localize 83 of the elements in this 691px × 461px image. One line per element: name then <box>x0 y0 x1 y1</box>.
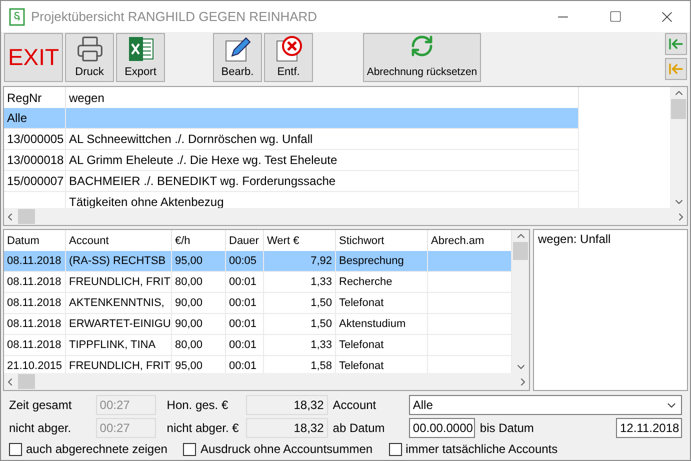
table-cell: AKTENKENNTNIS, <box>66 293 172 314</box>
date-field[interactable]: 00.00.0000 <box>408 418 475 438</box>
table-cell: AL Grimm Eheleute ./. Die Hexe wg. Test Eheleute <box>66 150 579 171</box>
scroll-thumb[interactable] <box>513 242 528 260</box>
table-cell: 08.11.2018 <box>4 251 66 272</box>
exit-button[interactable]: EXIT <box>4 33 63 82</box>
scroll-thumb[interactable] <box>18 374 35 389</box>
table-cell: (RA-SS) RECHTSB <box>66 251 172 272</box>
table-cell: 7,92 <box>264 251 336 272</box>
table-cell: TIPPFLINK, TINA <box>66 335 172 356</box>
table-cell: 95,00 <box>172 251 226 272</box>
table-cell: Alle <box>4 108 66 129</box>
table-cell: 13/000018 <box>4 150 66 171</box>
table-cell: 80,00 <box>172 335 226 356</box>
table-cell: 15/000007 <box>4 171 66 192</box>
column-header[interactable]: Abrech.am <box>428 230 512 251</box>
horizontal-scrollbar[interactable] <box>4 373 529 390</box>
field-label: Account <box>332 398 378 412</box>
vertical-scrollbar[interactable] <box>670 87 687 208</box>
app-icon <box>9 8 25 26</box>
field-label: nicht abger. € <box>166 421 240 435</box>
table-cell: FREUNDLICH, FRIT <box>66 272 172 293</box>
table-cell: 00:05 <box>226 251 264 272</box>
pencil-icon <box>224 35 252 63</box>
option-checkbox[interactable]: Ausdruck ohne Accountsummen <box>183 442 373 456</box>
scroll-thumb[interactable] <box>671 99 686 119</box>
table-cell: BACHMEIER ./. BENEDIKT wg. Forderungssache <box>66 171 579 192</box>
column-header[interactable]: wegen <box>66 87 579 108</box>
table-cell: 08.11.2018 <box>4 272 66 293</box>
edit-button[interactable]: Bearb. <box>213 33 262 82</box>
column-header[interactable]: Wert € <box>264 230 336 251</box>
table-cell: 1,50 <box>264 314 336 335</box>
table-cell: 00:01 <box>226 314 264 335</box>
table-cell: AL Schneewittchen ./. Dornröschen wg. Unfall <box>66 129 579 150</box>
table-cell: Telefonat <box>336 335 428 356</box>
table-cell: 1,50 <box>264 293 336 314</box>
delete-icon <box>274 35 302 63</box>
scroll-thumb[interactable] <box>18 209 35 224</box>
table-cell: 08.11.2018 <box>4 314 66 335</box>
table-cell: Aktenstudium <box>336 314 428 335</box>
input-field[interactable]: 18,32 <box>246 418 328 438</box>
field-label: bis Datum <box>480 421 535 435</box>
option-checkbox[interactable]: auch abgerechnete zeigen <box>9 442 168 456</box>
column-header[interactable]: Account <box>66 230 172 251</box>
table-cell: ERWARTET-EINIGU <box>66 314 172 335</box>
reset-billing-button[interactable]: Abrechnung rücksetzen <box>363 33 481 82</box>
delete-button[interactable]: Entf. <box>264 33 313 82</box>
table-cell: Telefonat <box>336 293 428 314</box>
table-cell: 80,00 <box>172 272 226 293</box>
refresh-icon <box>410 34 434 58</box>
table-cell: 1,33 <box>264 335 336 356</box>
field-label: Zeit gesamt <box>9 398 73 412</box>
arrow-left-icon[interactable] <box>665 33 687 55</box>
arrow-left-icon[interactable] <box>665 58 687 80</box>
table-cell: 00:01 <box>226 335 264 356</box>
table-cell: 90,00 <box>172 293 226 314</box>
table-cell: 90,00 <box>172 314 226 335</box>
field-label: ab Datum <box>332 421 386 435</box>
input-field[interactable]: 18,32 <box>246 395 328 415</box>
table-cell: 13/000005 <box>4 129 66 150</box>
table-cell: Besprechung <box>336 251 428 272</box>
table-cell: 00:01 <box>226 356 264 373</box>
column-header[interactable]: €/h <box>172 230 226 251</box>
field-label: Hon. ges. € <box>166 398 230 412</box>
field-label: nicht abger. <box>9 421 72 435</box>
spreadsheet-icon <box>126 35 154 63</box>
print-button[interactable]: Druck <box>65 33 114 82</box>
detail-text: wegen: Unfall <box>538 232 611 246</box>
table-cell: 1,33 <box>264 272 336 293</box>
table-cell: 00:01 <box>226 272 264 293</box>
printer-icon <box>76 35 104 63</box>
date-field[interactable]: 12.11.2018 <box>616 418 682 438</box>
account-dropdown[interactable]: Alle <box>408 395 682 415</box>
table-cell: 08.11.2018 <box>4 293 66 314</box>
table-cell: 00:01 <box>226 293 264 314</box>
vertical-scrollbar[interactable] <box>512 230 529 373</box>
table-cell: 08.11.2018 <box>4 335 66 356</box>
window-title: Projektübersicht RANGHILD GEGEN REINHARD <box>31 9 318 24</box>
excel-button[interactable]: Export <box>116 33 165 82</box>
table-cell: Recherche <box>336 272 428 293</box>
horizontal-scrollbar[interactable] <box>4 208 687 225</box>
table-cell: Telefonat <box>336 356 428 373</box>
option-checkbox[interactable]: immer tatsächliche Accounts <box>388 442 558 456</box>
